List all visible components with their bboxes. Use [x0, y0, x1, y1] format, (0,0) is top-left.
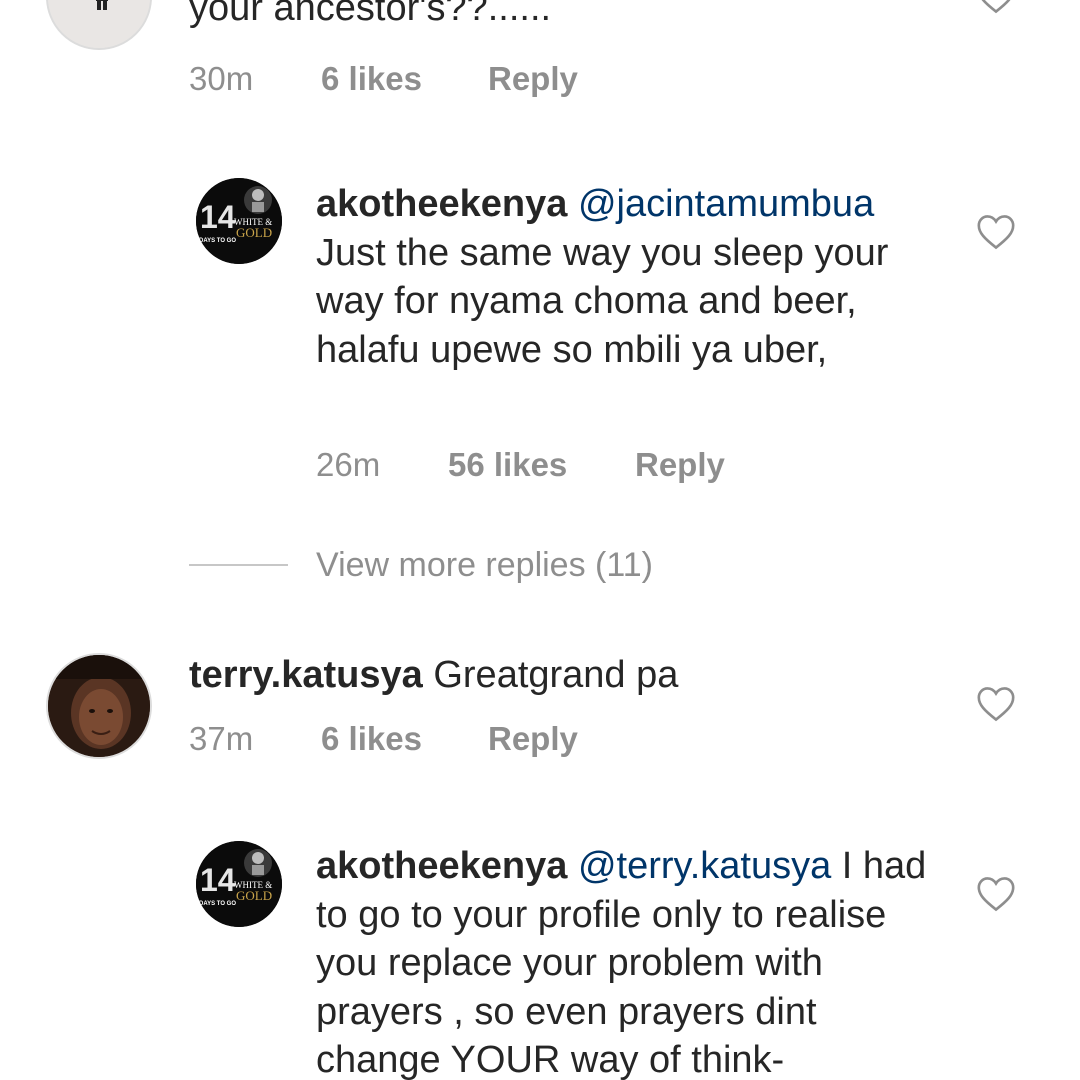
mention-link[interactable]: @jacintamumbua	[578, 183, 874, 225]
avatar-photo-icon	[48, 655, 150, 757]
user-avatar[interactable]	[46, 0, 152, 50]
comment-body: Greatgrand pa	[433, 654, 679, 696]
badge-days-label: DAYS TO GO	[199, 238, 236, 244]
event-badge-icon: 14 WHITE & GOLD DAYS TO GO	[196, 178, 282, 264]
badge-line2: GOLD	[236, 888, 272, 903]
likes-count[interactable]: 56 likes	[448, 446, 567, 484]
likes-count[interactable]: 6 likes	[321, 720, 422, 758]
reply-comment-text: akotheekenya @jacintamumbua Just the sam…	[316, 180, 936, 374]
comment-meta: 30m 6 likes Reply	[189, 60, 578, 98]
comment-text: terry.katusya Greatgrand pa	[189, 651, 969, 700]
like-heart-icon[interactable]	[976, 0, 1016, 14]
event-badge-icon: 14 WHITE & GOLD DAYS TO GO	[196, 841, 282, 927]
comment-username[interactable]: akotheekenya	[316, 845, 567, 887]
badge-days-number: 14	[200, 862, 236, 898]
user-avatar[interactable]	[46, 653, 152, 759]
view-more-divider	[189, 564, 288, 566]
reply-button[interactable]: Reply	[488, 60, 578, 98]
user-avatar[interactable]: 14 WHITE & GOLD DAYS TO GO	[196, 841, 282, 927]
avatar-photo-icon	[48, 0, 150, 48]
comment-time: 30m	[189, 60, 254, 97]
view-more-replies-link[interactable]: View more replies (11)	[316, 546, 653, 585]
reply-button[interactable]: Reply	[488, 720, 578, 758]
comment-meta: 26m 56 likes Reply	[316, 446, 725, 484]
badge-days-number: 14	[200, 199, 236, 235]
comment-body: Just the same way you sleep your way for…	[316, 231, 889, 371]
comment-text-tail: your ancestor's??......	[189, 0, 552, 29]
comment-time: 37m	[189, 720, 254, 757]
reply-button[interactable]: Reply	[635, 446, 725, 484]
like-heart-icon[interactable]	[976, 876, 1016, 912]
comments-page: your ancestor's??...... 30m 6 likes Repl…	[0, 0, 1080, 1080]
mention-link[interactable]: @terry.katusya	[578, 845, 831, 887]
badge-days-label: DAYS TO GO	[199, 901, 236, 907]
like-heart-icon[interactable]	[976, 214, 1016, 250]
comment-time: 26m	[316, 446, 381, 483]
like-heart-icon[interactable]	[976, 686, 1016, 722]
badge-line2: GOLD	[236, 225, 272, 240]
comment-meta: 37m 6 likes Reply	[189, 720, 578, 758]
user-avatar[interactable]: 14 WHITE & GOLD DAYS TO GO	[196, 178, 282, 264]
comment-username[interactable]: terry.katusya	[189, 654, 423, 696]
comment-username[interactable]: akotheekenya	[316, 183, 567, 225]
reply-comment-text: akotheekenya @terry.katusya I had to go …	[316, 842, 936, 1080]
likes-count[interactable]: 6 likes	[321, 60, 422, 98]
